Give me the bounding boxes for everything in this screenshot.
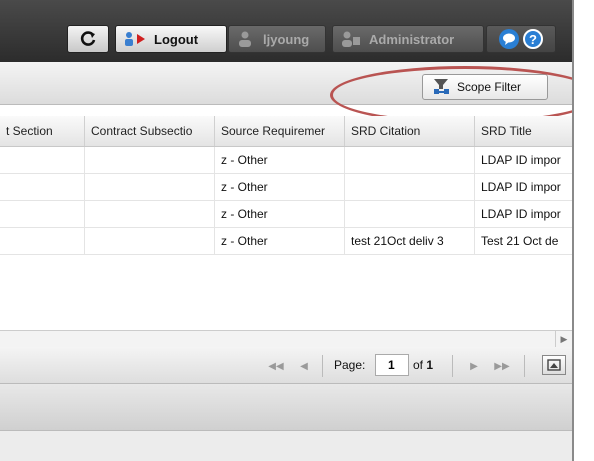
user-label: ljyoung: [263, 31, 310, 47]
panel-icon: [547, 359, 561, 371]
logout-icon: [125, 32, 145, 46]
admin-icon: [342, 31, 360, 47]
cell-contract-subsection: [85, 201, 215, 227]
pager-separator: [524, 355, 525, 377]
cell-source-requirement: z - Other: [215, 201, 345, 227]
table-row[interactable]: z - Other LDAP ID impor: [0, 174, 572, 201]
column-header-srd-citation[interactable]: SRD Citation: [345, 116, 475, 146]
table-row[interactable]: z - Other LDAP ID impor: [0, 201, 572, 228]
user-icon: [239, 31, 251, 47]
page-label: Page:: [334, 358, 366, 372]
help-icon[interactable]: ?: [523, 29, 543, 49]
cell-source-requirement: z - Other: [215, 228, 345, 254]
logout-label: Logout: [154, 31, 199, 47]
horizontal-scrollbar[interactable]: ▶: [0, 330, 572, 348]
panel-toggle-button[interactable]: [542, 355, 566, 375]
cell-contract-subsection: [85, 174, 215, 200]
cell-section: [0, 228, 85, 254]
column-header-srd-title[interactable]: SRD Title: [475, 116, 572, 146]
page-of-label: of 1: [413, 358, 433, 372]
grid-header: t Section Contract Subsectio Source Requ…: [0, 116, 572, 147]
help-group: ?: [486, 25, 556, 53]
table-row[interactable]: z - Other test 21Oct deliv 3 Test 21 Oct…: [0, 228, 572, 255]
refresh-icon: [80, 31, 96, 46]
column-header-source-requirement[interactable]: Source Requiremer: [215, 116, 345, 146]
column-header-section[interactable]: t Section: [0, 116, 85, 146]
admin-label: Administrator: [369, 31, 455, 47]
table-row[interactable]: z - Other LDAP ID impor: [0, 147, 572, 174]
cell-contract-subsection: [85, 228, 215, 254]
chat-icon[interactable]: [499, 29, 519, 49]
cell-srd-citation: [345, 201, 475, 227]
cell-srd-citation: test 21Oct deliv 3: [345, 228, 475, 254]
cell-source-requirement: z - Other: [215, 147, 345, 173]
cell-section: [0, 147, 85, 173]
logout-button[interactable]: Logout: [115, 25, 227, 53]
administrator-button[interactable]: Administrator: [332, 25, 484, 53]
total-pages: 1: [426, 358, 434, 372]
cell-srd-title: Test 21 Oct de: [481, 234, 559, 248]
pager-separator: [452, 355, 453, 377]
cell-srd-title: LDAP ID impor: [481, 153, 561, 167]
previous-page-icon[interactable]: ◀: [294, 356, 314, 376]
cell-contract-subsection: [85, 147, 215, 173]
first-page-icon[interactable]: ◀◀: [266, 356, 286, 376]
next-page-icon[interactable]: ▶: [464, 356, 484, 376]
cell-srd-title: LDAP ID impor: [481, 180, 561, 194]
cell-section: [0, 201, 85, 227]
top-bar: Logout ljyoung Administrator ?: [0, 0, 572, 62]
pager-separator: [322, 355, 323, 377]
scroll-right-arrow-icon[interactable]: ▶: [555, 331, 572, 347]
cell-section: [0, 174, 85, 200]
lower-panel-header: [0, 384, 572, 431]
page-number-input[interactable]: 1: [375, 354, 409, 376]
last-page-icon[interactable]: ▶▶: [492, 356, 512, 376]
user-button[interactable]: ljyoung: [228, 25, 326, 53]
column-header-contract-subsection[interactable]: Contract Subsectio: [85, 116, 215, 146]
paging-toolbar: ◀◀ ◀ Page: 1 of 1 ▶ ▶▶: [0, 347, 572, 384]
cell-srd-citation: [345, 174, 475, 200]
cell-srd-title: LDAP ID impor: [481, 207, 561, 221]
cell-source-requirement: z - Other: [215, 174, 345, 200]
of-text: of: [413, 358, 424, 372]
refresh-button[interactable]: [67, 25, 109, 53]
cell-srd-citation: [345, 147, 475, 173]
lower-panel-body: [0, 431, 572, 461]
right-margin: [574, 0, 594, 461]
